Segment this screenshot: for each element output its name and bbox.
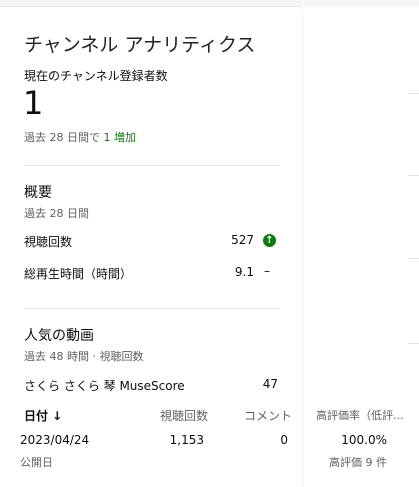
trend-neutral-icon: – (264, 264, 270, 278)
divider (24, 308, 279, 309)
divider (408, 175, 419, 176)
metric-label-watch-time: 総再生時間（時間） (24, 267, 133, 281)
subscriber-count: 1 (23, 84, 44, 122)
video-title-link[interactable]: さくら さくら 琴 MuseScore (24, 377, 185, 394)
summary-title: 概要 (24, 185, 52, 201)
divider (408, 258, 419, 259)
divider (408, 93, 419, 94)
video-views: 47 (262, 377, 278, 391)
column-header-date[interactable]: 日付 ↓ (24, 407, 62, 424)
popular-title: 人気の動画 (24, 328, 94, 344)
popular-period: 過去 48 時間 · 視聴回数 (24, 350, 144, 363)
column-header-like-rate[interactable]: 高評価率（低評... (316, 407, 412, 423)
subscriber-change: 過去 28 日間で 1 増加 (24, 129, 136, 145)
metric-label-views: 視聴回数 (24, 235, 73, 249)
metric-value-views: 527 (231, 233, 254, 247)
arrow-up-icon: ↑ (263, 234, 276, 247)
row-like-rate: 100.0% (341, 433, 387, 447)
row-views: 1,153 (169, 433, 204, 447)
column-header-comments[interactable]: コメント (244, 407, 292, 424)
change-prefix: 過去 28 日間で (24, 131, 100, 144)
column-header-views[interactable]: 視聴回数 (160, 407, 208, 424)
row-date-sub: 公開日 (20, 456, 53, 469)
divider (24, 165, 279, 166)
card-title: チャンネル アナリティクス (24, 34, 256, 56)
top-bar (0, 0, 419, 7)
row-comments: 0 (280, 433, 288, 447)
summary-period: 過去 28 日間 (24, 207, 89, 220)
change-value: 1 増加 (103, 131, 137, 144)
row-likes: 高評価 9 件 (329, 456, 387, 469)
divider (408, 343, 419, 344)
row-date: 2023/04/24 (20, 433, 90, 447)
subscribers-label: 現在のチャンネル登録者数 (24, 69, 168, 83)
metric-value-watch-time: 9.1 (234, 265, 254, 279)
